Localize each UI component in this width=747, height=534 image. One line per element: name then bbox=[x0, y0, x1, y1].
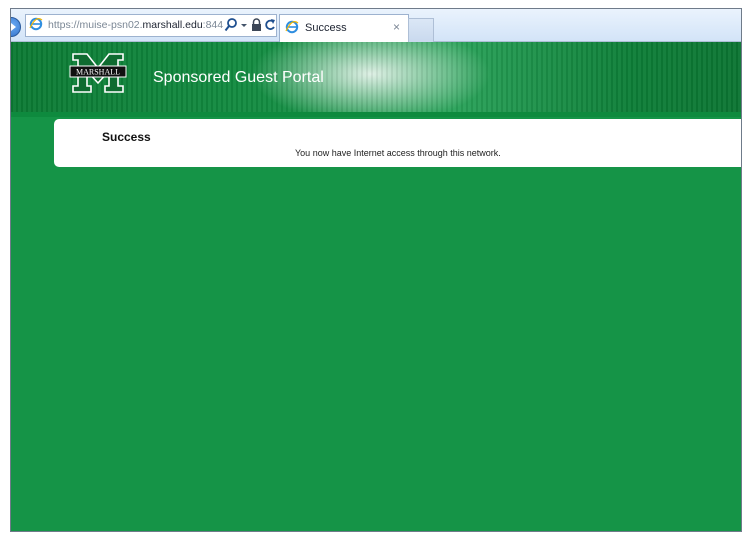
portal-banner: MARSHALL Sponsored Guest Portal bbox=[11, 42, 741, 112]
back-icon[interactable] bbox=[11, 17, 21, 37]
browser-toolbar: https://muise-psn02.marshall.edu:844 Suc… bbox=[11, 9, 741, 42]
portal-title: Sponsored Guest Portal bbox=[153, 69, 324, 86]
new-tab-button[interactable] bbox=[408, 18, 434, 42]
success-card: Success You now have Internet access thr… bbox=[54, 119, 741, 167]
ie-logo-icon bbox=[285, 20, 299, 34]
success-heading: Success bbox=[102, 130, 151, 144]
marshall-logo: MARSHALL bbox=[69, 53, 127, 93]
close-icon[interactable]: × bbox=[393, 20, 400, 34]
search-icon[interactable] bbox=[224, 17, 238, 33]
banner-divider bbox=[11, 112, 741, 117]
browser-window: https://muise-psn02.marshall.edu:844 Suc… bbox=[10, 8, 742, 532]
url-text[interactable]: https://muise-psn02.marshall.edu:844 bbox=[48, 19, 223, 31]
success-message: You now have Internet access through thi… bbox=[295, 148, 501, 158]
address-bar[interactable]: https://muise-psn02.marshall.edu:844 bbox=[25, 14, 277, 37]
dropdown-icon[interactable] bbox=[240, 17, 248, 33]
tab-title: Success bbox=[305, 22, 347, 34]
ie-logo-icon bbox=[29, 17, 43, 31]
lock-icon[interactable] bbox=[251, 17, 262, 33]
svg-text:MARSHALL: MARSHALL bbox=[76, 68, 120, 77]
tab-success[interactable]: Success × bbox=[279, 14, 409, 42]
refresh-icon[interactable] bbox=[264, 17, 276, 33]
